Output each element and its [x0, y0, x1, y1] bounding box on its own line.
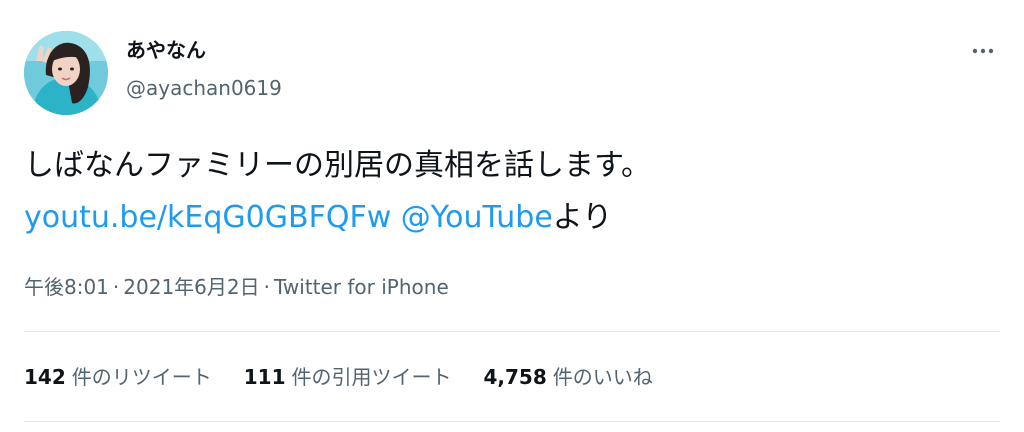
divider-bottom	[24, 421, 1000, 422]
likes-count: 4,758	[483, 365, 547, 389]
tweet-source[interactable]: Twitter for iPhone	[274, 275, 449, 299]
tweet-time[interactable]: 午後8:01	[24, 275, 109, 299]
user-names: あやなん @ayachan0619	[126, 37, 282, 101]
retweets-label: 件のリツイート	[71, 365, 212, 389]
quotes-stat[interactable]: 111 件の引用ツイート	[244, 362, 452, 392]
divider-top	[24, 331, 1000, 332]
tweet-text: しばなんファミリーの別居の真相を話します。 youtu.be/kEqG0GBFQ…	[24, 140, 984, 244]
retweets-stat[interactable]: 142 件のリツイート	[24, 362, 212, 392]
quotes-label: 件の引用ツイート	[291, 365, 452, 389]
tweet-text-line-1: しばなんファミリーの別居の真相を話します。	[24, 148, 651, 183]
tweet-date[interactable]: 2021年6月2日	[123, 275, 259, 299]
avatar[interactable]	[24, 31, 108, 115]
meta-separator-2: ·	[263, 275, 270, 299]
more-horizontal-icon	[972, 48, 994, 54]
youtube-link[interactable]: youtu.be/kEqG0GBFQFw	[24, 200, 391, 235]
more-options-button[interactable]	[966, 37, 1000, 65]
meta-separator: ·	[112, 275, 120, 299]
retweets-count: 142	[24, 365, 66, 389]
tweet-text-line-2: youtu.be/kEqG0GBFQFw @YouTubeより	[24, 192, 984, 244]
tweet-card: あやなん @ayachan0619 しばなんファミリーの別居の真相を話します。 …	[0, 0, 1024, 432]
trailing-text: より	[552, 200, 613, 235]
likes-stat[interactable]: 4,758 件のいいね	[484, 362, 653, 392]
quotes-count: 111	[243, 365, 286, 389]
tweet-stats: 142 件のリツイート 111 件の引用ツイート 4,758 件のいいね	[24, 362, 685, 392]
tweet-header: あやなん @ayachan0619	[24, 31, 1000, 117]
likes-label: 件のいいね	[552, 365, 653, 389]
user-handle[interactable]: @ayachan0619	[126, 75, 282, 101]
tweet-meta: 午後8:01 · 2021年6月2日 · Twitter for iPhone	[24, 272, 449, 302]
mention-link[interactable]: @YouTube	[401, 200, 553, 235]
avatar-image	[24, 31, 108, 115]
display-name[interactable]: あやなん	[126, 37, 282, 63]
